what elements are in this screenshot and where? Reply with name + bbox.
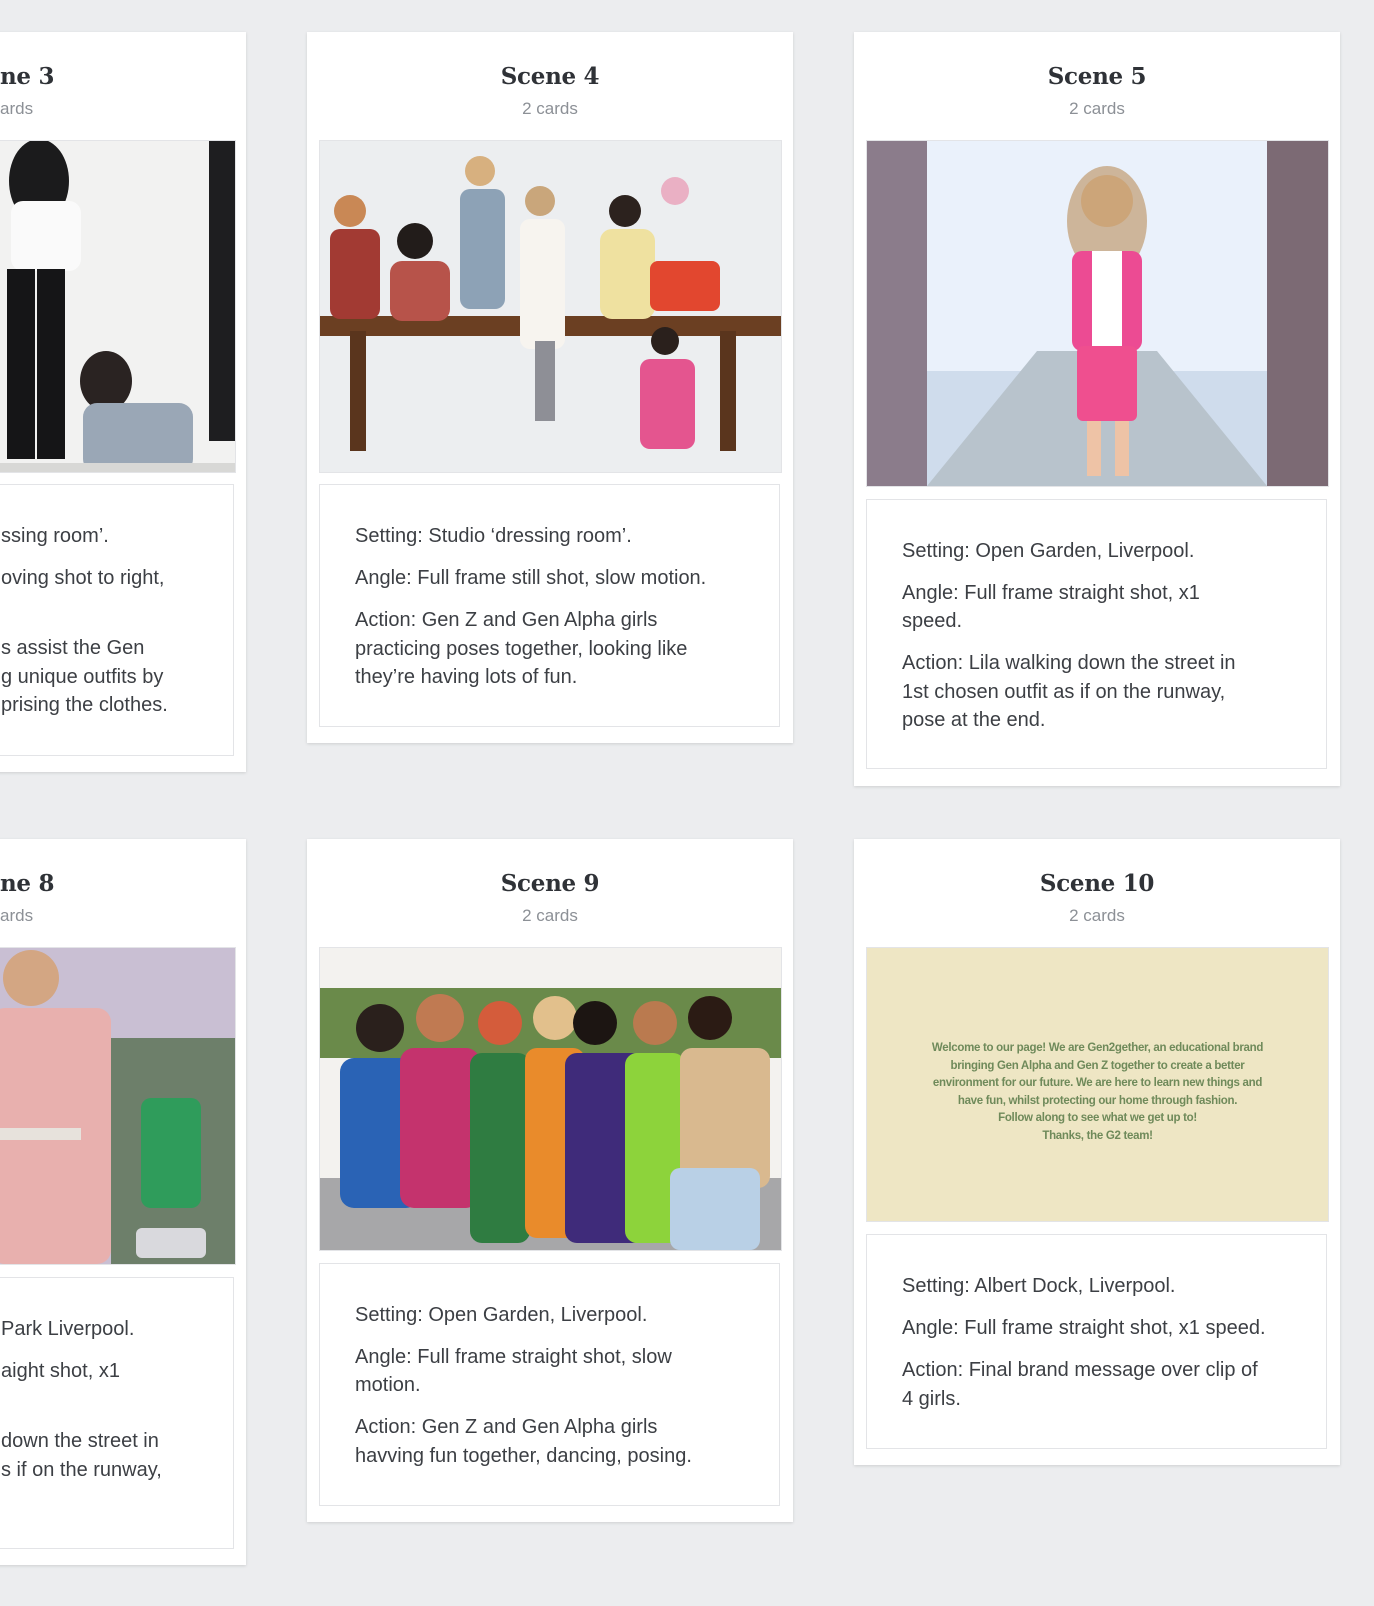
action-text: Action: Gen Z and Gen Alpha girls (355, 609, 658, 631)
scene-title: Scene 9 (500, 870, 600, 897)
scene-card-3[interactable]: ne 3 ards ssing room’. oving shot to rig… (0, 32, 246, 772)
scene-card-count: ards (0, 99, 34, 118)
scene-image[interactable] (319, 140, 782, 473)
action-text: Action: Lila walking down the street in (902, 652, 1236, 674)
runway-child-photo-icon (0, 948, 235, 1264)
setting-text: Setting: Open Garden, Liverpool. (902, 540, 1195, 562)
description-line: Park Liverpool. (1, 1318, 135, 1340)
brand-message-panel[interactable]: Welcome to our page! We are Gen2gether, … (866, 947, 1329, 1222)
action-text: Action: Final brand message over clip of (902, 1359, 1258, 1381)
action-text: they’re having lots of fun. (355, 666, 578, 688)
scene-image[interactable] (866, 140, 1329, 487)
runway-photo-icon (867, 141, 1328, 486)
description-line: g unique outfits by (1, 666, 164, 688)
action-text: practicing poses together, looking like (355, 638, 688, 660)
brand-message-line: Welcome to our page! We are Gen2gether, … (931, 1042, 1264, 1054)
setting-text: Setting: Studio ‘dressing room’. (355, 525, 632, 547)
scene-description-card[interactable]: Setting: Albert Dock, Liverpool. Angle: … (866, 1234, 1327, 1449)
description-line: s assist the Gen (1, 637, 145, 659)
scene-card-5[interactable]: Scene 5 2 cards Setting: Open Garden, Li… (854, 32, 1340, 786)
scene-image[interactable] (319, 947, 782, 1251)
description-line: ssing room’. (1, 525, 109, 547)
scene-description-card[interactable]: Park Liverpool. aight shot, x1 down the … (0, 1277, 234, 1549)
scene-title: Scene 4 (500, 63, 600, 90)
scene-card-count: 2 cards (1069, 906, 1125, 925)
action-text: 1st chosen outfit as if on the runway, (902, 681, 1226, 703)
group-photo-studio-icon (320, 141, 781, 472)
action-text: 4 girls. (902, 1388, 961, 1410)
angle-text: motion. (355, 1374, 421, 1396)
brand-message-line: Follow along to see what we get up to! (998, 1112, 1197, 1124)
angle-text: Angle: Full frame straight shot, slow (355, 1346, 672, 1368)
group-photo-outdoor-icon (320, 948, 781, 1250)
scene-card-9[interactable]: Scene 9 2 cards Setting: Open Garden, Li… (307, 839, 793, 1522)
scene-title: ne 8 (0, 870, 55, 897)
scene-title: Scene 5 (1047, 63, 1147, 90)
angle-text: speed. (902, 610, 963, 632)
scene-card-count: 2 cards (522, 906, 578, 925)
angle-text: Angle: Full frame still shot, slow motio… (355, 567, 707, 589)
scene-description-card[interactable]: ssing room’. oving shot to right, s assi… (0, 484, 234, 756)
scene-card-count: 2 cards (1069, 99, 1125, 118)
brand-message-line: Thanks, the G2 team! (1042, 1129, 1153, 1142)
scene-card-4[interactable]: Scene 4 2 cards Setting: Studio ‘dressin… (307, 32, 793, 743)
scene-title: ne 3 (0, 63, 55, 90)
description-line: prising the clothes. (1, 694, 168, 716)
studio-photo-icon (0, 141, 235, 472)
scene-description-card[interactable]: Setting: Studio ‘dressing room’. Angle: … (319, 484, 780, 727)
setting-text: Setting: Open Garden, Liverpool. (355, 1304, 648, 1326)
scene-description-card[interactable]: Setting: Open Garden, Liverpool. Angle: … (866, 499, 1327, 769)
scene-card-8[interactable]: ne 8 ards Park Liverpool. aight shot, x1… (0, 839, 246, 1565)
brand-message: Welcome to our page! We are Gen2gether, … (867, 1040, 1328, 1145)
setting-text: Setting: Albert Dock, Liverpool. (902, 1275, 1176, 1297)
action-text: Action: Gen Z and Gen Alpha girls (355, 1416, 658, 1438)
angle-text: Angle: Full frame straight shot, x1 (902, 582, 1200, 604)
description-line: s if on the runway, (1, 1459, 162, 1481)
action-text: havving fun together, dancing, posing. (355, 1445, 692, 1467)
scene-card-count: ards (0, 906, 34, 925)
scene-image[interactable] (0, 140, 236, 473)
scene-card-count: 2 cards (522, 99, 578, 118)
description-line: oving shot to right, (1, 567, 165, 589)
description-line: down the street in (1, 1430, 159, 1452)
action-text: pose at the end. (902, 709, 1046, 731)
brand-message-line: have fun, whilst protecting our home thr… (957, 1094, 1238, 1107)
scene-image[interactable] (0, 947, 236, 1265)
description-line: aight shot, x1 (1, 1360, 120, 1382)
brand-message-line: bringing Gen Alpha and Gen Z together to… (950, 1059, 1245, 1072)
angle-text: Angle: Full frame straight shot, x1 spee… (902, 1317, 1266, 1339)
brand-message-line: environment for our future. We are here … (932, 1077, 1263, 1089)
scene-description-card[interactable]: Setting: Open Garden, Liverpool. Angle: … (319, 1263, 780, 1506)
scene-card-10[interactable]: Scene 10 2 cards Welcome to our page! We… (854, 839, 1340, 1465)
scene-title: Scene 10 (1039, 870, 1155, 897)
